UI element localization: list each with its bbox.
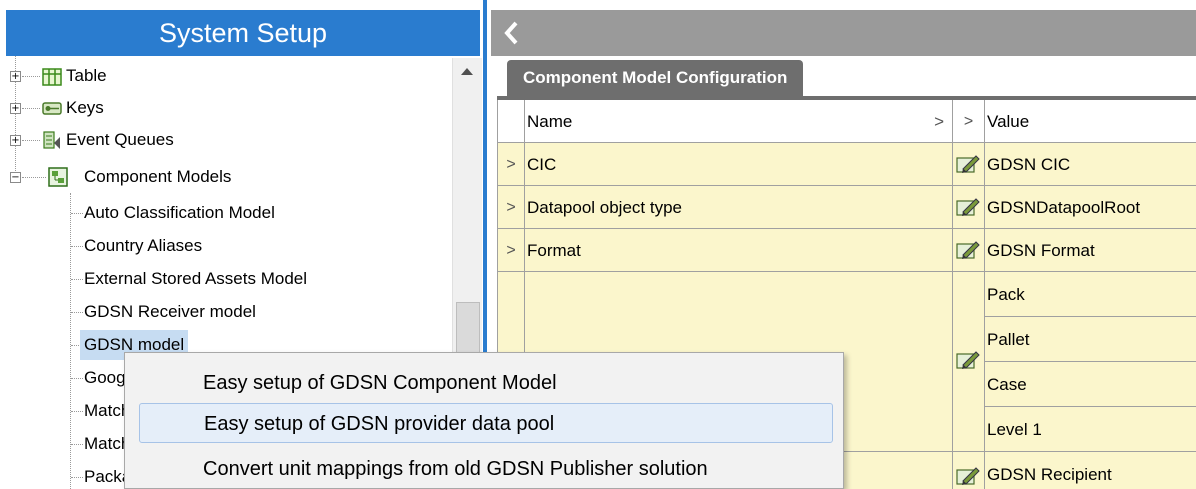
header-spacer xyxy=(498,100,525,143)
tree-node-country-aliases[interactable]: Country Aliases xyxy=(0,231,440,261)
edit-pencil-icon[interactable] xyxy=(956,350,980,370)
tree-node-gdsn-receiver-model[interactable]: GDSN Receiver model xyxy=(0,297,440,327)
tree-node-table[interactable]: + Table xyxy=(0,61,440,91)
tree-node-label: External Stored Assets Model xyxy=(84,269,308,288)
keys-icon xyxy=(42,102,62,115)
tree-node-label: GDSN Receiver model xyxy=(84,302,256,321)
tree-node-label: Goog xyxy=(84,368,126,387)
edit-cell[interactable] xyxy=(953,143,985,186)
menu-item-convert-unit-mappings[interactable]: Convert unit mappings from old GDSN Publ… xyxy=(125,449,843,489)
multi-value-item[interactable]: Case xyxy=(985,362,1196,407)
chevron-left-icon[interactable] xyxy=(503,21,519,45)
tree-node-external-stored-assets-model[interactable]: External Stored Assets Model xyxy=(0,264,440,294)
scroll-up-icon[interactable] xyxy=(461,68,473,75)
column-header-name-label: Name xyxy=(527,112,573,131)
row-expand-icon[interactable]: > xyxy=(498,143,525,186)
row-value-format[interactable]: GDSN Format xyxy=(985,229,1196,272)
column-header-name[interactable]: Name > xyxy=(525,100,953,143)
table-icon xyxy=(42,68,62,86)
collapse-icon[interactable]: − xyxy=(10,172,21,183)
tree-node-label: Country Aliases xyxy=(84,236,203,255)
expand-icon[interactable]: + xyxy=(10,103,21,114)
panel-title: System Setup xyxy=(6,10,480,56)
edit-cell[interactable] xyxy=(953,272,985,452)
column-expand-icon[interactable]: > xyxy=(934,100,944,142)
multi-value-item[interactable]: Level 1 xyxy=(985,407,1196,452)
edit-pencil-icon[interactable] xyxy=(956,154,980,174)
expand-icon[interactable]: + xyxy=(10,71,21,82)
menu-item-easy-setup-provider-data-pool[interactable]: Easy setup of GDSN provider data pool xyxy=(139,403,833,443)
context-menu: Easy setup of GDSN Component Model Easy … xyxy=(124,352,844,489)
edit-pencil-icon[interactable] xyxy=(956,197,980,217)
right-header-bar xyxy=(491,10,1196,56)
tree-node-label: Keys xyxy=(66,98,104,117)
edit-cell[interactable] xyxy=(953,452,985,489)
tree-node-component-models[interactable]: − Component Models xyxy=(0,162,440,192)
multi-value-item[interactable]: Pallet xyxy=(985,317,1196,362)
row-expand-icon[interactable]: > xyxy=(498,186,525,229)
tree-node-label: Table xyxy=(66,66,107,85)
row-value-datapool-object-type[interactable]: GDSNDatapoolRoot xyxy=(985,186,1196,229)
expand-icon[interactable]: + xyxy=(10,135,21,146)
edit-pencil-icon[interactable] xyxy=(956,466,980,486)
tree-node-auto-classification-model[interactable]: Auto Classification Model xyxy=(0,198,440,228)
edit-cell[interactable] xyxy=(953,229,985,272)
tree-node-label: Event Queues xyxy=(66,130,174,149)
tree-node-event-queues[interactable]: + Event Queues xyxy=(0,125,440,155)
row-value-cic[interactable]: GDSN CIC xyxy=(985,143,1196,186)
menu-item-easy-setup-component-model[interactable]: Easy setup of GDSN Component Model xyxy=(125,363,843,403)
column-expand-icon[interactable]: > xyxy=(953,100,985,143)
row-name-cic[interactable]: CIC xyxy=(525,143,953,186)
edit-pencil-icon[interactable] xyxy=(956,240,980,260)
component-models-icon xyxy=(48,167,68,187)
multi-value-item[interactable]: Pack xyxy=(985,272,1196,317)
tab-component-model-configuration[interactable]: Component Model Configuration xyxy=(507,60,804,96)
row-expand-icon[interactable]: > xyxy=(498,229,525,272)
event-queues-icon xyxy=(43,131,60,149)
row-name-format[interactable]: Format xyxy=(525,229,953,272)
tree-node-label: Component Models xyxy=(84,167,232,186)
row-value-last[interactable]: GDSN Recipient xyxy=(985,452,1196,489)
tree-node-keys[interactable]: + Keys xyxy=(0,93,440,123)
column-header-value[interactable]: Value xyxy=(985,100,1196,143)
row-name-datapool-object-type[interactable]: Datapool object type xyxy=(525,186,953,229)
edit-cell[interactable] xyxy=(953,186,985,229)
tree-node-label: Auto Classification Model xyxy=(84,203,275,222)
